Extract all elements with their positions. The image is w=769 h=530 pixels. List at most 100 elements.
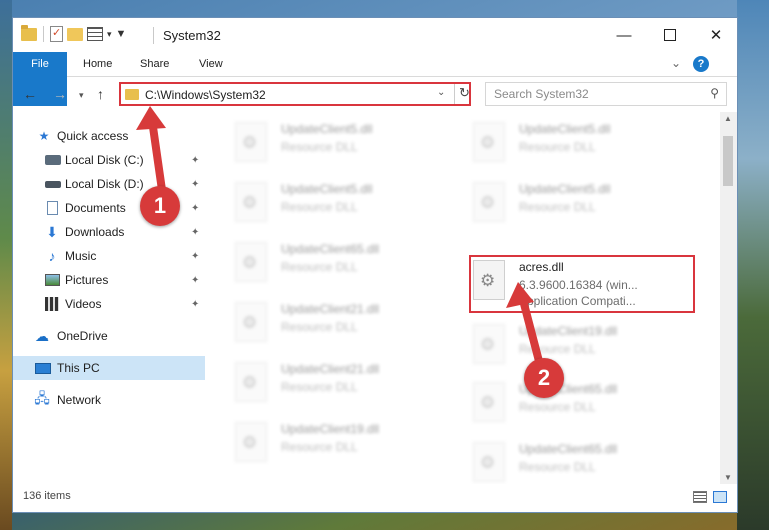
tiles-view-icon[interactable]	[713, 491, 727, 503]
folder-icon	[125, 89, 139, 100]
close-button[interactable]: ✕	[693, 18, 739, 52]
new-folder-icon[interactable]	[67, 27, 83, 41]
file-item[interactable]: UpdateClient5.dll Resource DLL	[235, 116, 463, 170]
maximize-button[interactable]	[647, 18, 693, 52]
pin-icon: ✦	[191, 226, 200, 238]
sidebar-item-pictures[interactable]: Pictures ✦	[13, 268, 205, 292]
file-name: UpdateClient19.dll	[281, 422, 380, 436]
file-name: UpdateClient19.dll	[519, 324, 618, 338]
sidebar-item-local-disk-d[interactable]: Local Disk (D:) ✦	[13, 172, 205, 196]
navigation-bar: ← → ▾ ↑ C:\Windows\System32 ⌄ ↻ Search S…	[13, 77, 737, 111]
back-button[interactable]: ←	[23, 86, 37, 102]
sidebar-item-quick-access[interactable]: ★ Quick access	[13, 124, 205, 148]
file-explorer-window: ▾ ▼ System32 — ✕ File Home Share View ⌄ …	[12, 17, 738, 513]
download-icon: ⬇	[46, 223, 58, 240]
dll-file-icon	[473, 182, 505, 222]
pin-icon: ✦	[191, 154, 200, 166]
sidebar-item-network[interactable]: 🖧 Network	[13, 388, 205, 412]
details-view-icon[interactable]	[693, 491, 707, 503]
expand-ribbon-icon[interactable]: ⌄	[671, 56, 681, 70]
customize-toolbar-icon[interactable]: ▾	[107, 29, 112, 40]
tab-home[interactable]: Home	[83, 52, 112, 76]
minimize-button[interactable]: —	[601, 18, 647, 52]
up-button[interactable]: ↑	[97, 86, 104, 102]
sidebar-item-label: Videos	[65, 297, 102, 311]
file-item[interactable]: UpdateClient5.dll Resource DLL	[235, 176, 463, 230]
vertical-scrollbar[interactable]: ▲ ▼	[720, 112, 737, 484]
navigation-pane: ★ Quick access Local Disk (C:) ✦ Local D…	[13, 112, 205, 476]
file-name: UpdateClient5.dll	[281, 182, 373, 196]
file-name: UpdateClient21.dll	[281, 302, 380, 316]
help-icon[interactable]: ?	[693, 56, 709, 72]
videos-icon	[45, 297, 59, 311]
file-description: Resource DLL	[519, 342, 596, 356]
sidebar-item-label: Quick access	[57, 129, 129, 143]
sidebar-item-local-disk-c[interactable]: Local Disk (C:) ✦	[13, 148, 205, 172]
status-bar: 136 items	[13, 484, 737, 512]
file-item[interactable]: UpdateClient5.dll Resource DLL	[473, 116, 701, 170]
sidebar-item-videos[interactable]: Videos ✦	[13, 292, 205, 316]
star-icon: ★	[38, 129, 50, 143]
sidebar-item-music[interactable]: ♪ Music ✦	[13, 244, 205, 268]
search-placeholder[interactable]: Search System32	[494, 87, 589, 101]
disk-icon	[45, 180, 61, 188]
view-options-icon[interactable]	[87, 27, 103, 41]
file-item[interactable]: UpdateClient21.dll Resource DLL	[235, 296, 463, 350]
desktop-background-right	[737, 0, 769, 530]
address-bar[interactable]: C:\Windows\System32 ⌄ ↻	[119, 82, 471, 106]
forward-button[interactable]: →	[53, 86, 67, 102]
step-2-badge: 2	[524, 358, 564, 398]
sidebar-item-label: Local Disk (D:)	[65, 177, 144, 191]
chevron-down-icon[interactable]: ▼	[116, 28, 127, 40]
folder-icon	[21, 24, 37, 41]
refresh-button[interactable]: ↻	[459, 85, 470, 101]
file-item[interactable]: UpdateClient65.dll Resource DLL	[473, 436, 701, 484]
recent-locations-button[interactable]: ▾	[79, 90, 84, 101]
file-item[interactable]: UpdateClient21.dll Resource DLL	[235, 356, 463, 410]
file-item[interactable]: UpdateClient19.dll Resource DLL	[473, 318, 701, 372]
properties-icon[interactable]	[50, 26, 63, 42]
dll-file-icon	[235, 422, 267, 462]
search-box[interactable]: Search System32 ⚲	[485, 82, 727, 106]
title-bar: ▾ ▼ System32 — ✕	[13, 18, 737, 52]
dll-file-icon	[235, 302, 267, 342]
toolbar-divider	[43, 26, 44, 42]
file-item[interactable]: UpdateClient19.dll Resource DLL	[235, 416, 463, 470]
scroll-up-icon[interactable]: ▲	[724, 114, 732, 123]
sidebar-item-label: Local Disk (C:)	[65, 153, 144, 167]
dll-file-icon	[235, 122, 267, 162]
file-item[interactable]: UpdateClient5.dll Resource DLL	[473, 176, 701, 230]
tab-share[interactable]: Share	[140, 52, 169, 76]
tab-view[interactable]: View	[199, 52, 223, 76]
dll-file-icon	[235, 362, 267, 402]
dll-file-icon	[473, 442, 505, 482]
sidebar-item-label: This PC	[57, 361, 100, 375]
desktop-background-left	[0, 0, 12, 530]
file-item[interactable]: UpdateClient65.dll Resource DLL	[235, 236, 463, 290]
file-description: Resource DLL	[281, 200, 358, 214]
file-description: Resource DLL	[281, 440, 358, 454]
pin-icon: ✦	[191, 202, 200, 214]
pictures-icon	[45, 274, 60, 286]
search-icon[interactable]: ⚲	[710, 86, 719, 100]
dll-file-icon	[235, 242, 267, 282]
file-list: UpdateClient5.dll Resource DLL UpdateCli…	[205, 112, 720, 484]
address-dropdown-icon[interactable]: ⌄	[437, 87, 445, 98]
file-description: Resource DLL	[519, 460, 596, 474]
address-path[interactable]: C:\Windows\System32	[145, 88, 266, 102]
scrollbar-thumb[interactable]	[723, 136, 733, 186]
pin-icon: ✦	[191, 178, 200, 190]
sidebar-item-downloads[interactable]: ⬇ Downloads ✦	[13, 220, 205, 244]
sidebar-item-onedrive[interactable]: ☁ OneDrive	[13, 324, 205, 348]
title-divider	[153, 27, 154, 44]
file-description: Resource DLL	[519, 400, 596, 414]
sidebar-item-this-pc[interactable]: This PC	[13, 356, 205, 380]
file-name: UpdateClient5.dll	[281, 122, 373, 136]
file-name: UpdateClient5.dll	[519, 122, 611, 136]
file-item[interactable]: UpdateClient65.dll Resource DLL	[473, 376, 701, 430]
file-description: Resource DLL	[281, 140, 358, 154]
scroll-down-icon[interactable]: ▼	[724, 473, 732, 482]
highlight-box-file	[469, 255, 695, 313]
file-description: Resource DLL	[281, 260, 358, 274]
disk-icon	[45, 155, 61, 165]
